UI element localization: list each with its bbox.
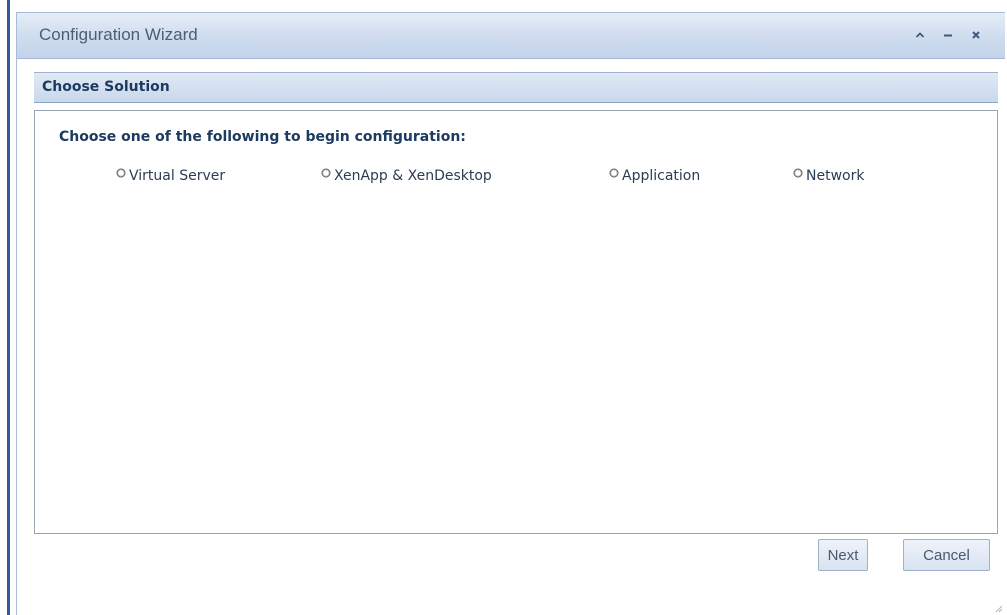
radio-icon[interactable] [609, 168, 619, 178]
window-title: Configuration Wizard [39, 25, 198, 44]
option-xenapp-xendesktop[interactable]: XenApp & XenDesktop [321, 168, 492, 184]
cancel-button[interactable]: Cancel [903, 539, 990, 571]
solution-panel: Choose one of the following to begin con… [34, 110, 998, 534]
radio-icon[interactable] [793, 168, 803, 178]
minus-icon[interactable] [941, 27, 955, 43]
window-titlebar[interactable]: Configuration Wizard [17, 13, 1005, 59]
close-icon[interactable] [969, 27, 983, 43]
option-network[interactable]: Network [793, 168, 864, 184]
section-header: Choose Solution [34, 72, 998, 103]
option-label: Virtual Server [129, 168, 226, 184]
caret-up-icon[interactable] [913, 27, 927, 43]
configuration-wizard-window: Configuration Wizard Choose Solution Cho… [16, 12, 1005, 615]
option-label: Network [806, 168, 865, 184]
resize-grip-icon[interactable] [993, 603, 1003, 613]
option-virtual-server[interactable]: Virtual Server [116, 168, 225, 184]
radio-icon[interactable] [321, 168, 331, 178]
option-application[interactable]: Application [609, 168, 700, 184]
left-edge-border [7, 0, 10, 615]
section-title: Choose Solution [42, 79, 170, 95]
option-label: XenApp & XenDesktop [334, 168, 492, 184]
instruction-text: Choose one of the following to begin con… [59, 129, 466, 145]
radio-icon[interactable] [116, 168, 126, 178]
next-button[interactable]: Next [818, 539, 868, 571]
option-label: Application [622, 168, 701, 184]
page: Configuration Wizard Choose Solution Cho… [0, 0, 1007, 615]
window-controls [913, 27, 983, 43]
